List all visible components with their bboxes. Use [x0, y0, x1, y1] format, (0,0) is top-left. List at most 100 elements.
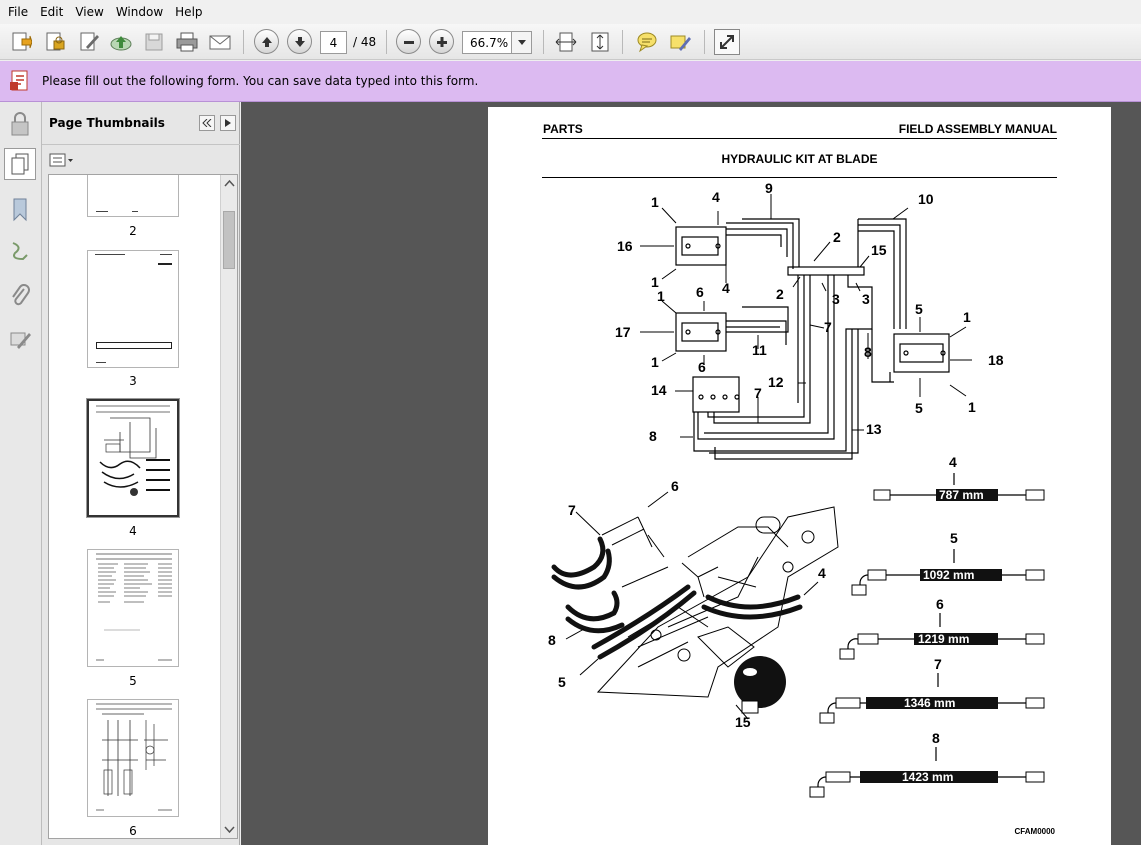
menu-view[interactable]: View [69, 0, 109, 24]
email-icon[interactable] [207, 29, 233, 55]
callout-16: 16 [617, 238, 633, 254]
callout-1f: 1 [968, 399, 976, 415]
thumbnail-label-4: 4 [129, 524, 137, 538]
hose-callout-7: 7 [934, 656, 942, 672]
callout-6: 6 [696, 284, 704, 300]
highlight-icon[interactable] [667, 29, 693, 55]
callout-13: 13 [866, 421, 882, 437]
toolbar: 4 / 48 66.7% [0, 24, 1141, 60]
callout-1e: 1 [651, 354, 659, 370]
callout-3b: 3 [862, 291, 870, 307]
plus-icon [436, 36, 447, 47]
hose-callout-6: 6 [936, 596, 944, 612]
sign-icon[interactable] [76, 29, 102, 55]
prev-page-button[interactable] [254, 29, 279, 54]
form-message: Please fill out the following form. You … [42, 74, 479, 88]
pictorial-callout-6: 6 [671, 478, 679, 494]
menu-window[interactable]: Window [110, 0, 169, 24]
upload-icon[interactable] [108, 29, 134, 55]
hose-length-1346: 1346 mm [904, 696, 955, 710]
zoom-dropdown[interactable] [511, 31, 532, 54]
pictorial-callout-5: 5 [558, 674, 566, 690]
double-chevron-left-icon [202, 119, 212, 127]
hose-callout-8: 8 [932, 730, 940, 746]
callout-5b: 5 [915, 400, 923, 416]
callout-4: 4 [712, 189, 720, 205]
figure-code: CFAM0000 [1014, 827, 1055, 836]
navigation-rail [0, 102, 42, 845]
menu-edit[interactable]: Edit [34, 0, 69, 24]
callout-1d: 1 [963, 309, 971, 325]
menu-file[interactable]: File [2, 0, 34, 24]
menu-bar: File Edit View Window Help [0, 0, 1141, 24]
thumbnail-page-6[interactable] [87, 699, 179, 817]
fit-width-icon[interactable] [553, 29, 579, 55]
thumbnail-options-button[interactable] [49, 151, 75, 169]
arrow-up-icon [261, 36, 272, 47]
save-icon[interactable] [141, 29, 167, 55]
zoom-input[interactable]: 66.7% [462, 31, 512, 54]
callout-8b: 8 [649, 428, 657, 444]
print-icon[interactable] [174, 29, 200, 55]
scroll-thumb[interactable] [223, 211, 235, 269]
hydraulic-schematic: 1 4 9 10 16 2 15 1 4 2 3 3 1 6 5 1 17 7 … [548, 180, 1045, 798]
page-thumbnails-panel: Page Thumbnails 2 3 4 5 6 [42, 102, 240, 845]
callout-12: 12 [768, 374, 784, 390]
callout-1c: 1 [657, 288, 665, 304]
thumbnail-label-2: 2 [129, 224, 137, 238]
scroll-up-icon[interactable] [222, 177, 237, 191]
attachments-icon[interactable] [5, 280, 35, 312]
callout-6b: 6 [698, 359, 706, 375]
minus-icon [403, 40, 414, 44]
callout-2: 2 [833, 229, 841, 245]
pdf-page: PARTS FIELD ASSEMBLY MANUAL HYDRAULIC KI… [488, 107, 1111, 845]
zoom-in-button[interactable] [429, 29, 454, 54]
triangle-right-icon [225, 119, 231, 127]
thumbnail-scrollbar[interactable] [220, 175, 237, 838]
bookmarks-icon[interactable] [5, 194, 35, 226]
options-icon [49, 153, 73, 167]
callout-8: 8 [864, 344, 872, 360]
thumbnail-label-3: 3 [129, 374, 137, 388]
menu-help[interactable]: Help [169, 0, 208, 24]
chevron-down-icon [517, 40, 526, 45]
secure-icon[interactable] [42, 29, 68, 55]
lock-icon[interactable] [5, 108, 35, 140]
hose-length-1423: 1423 mm [902, 770, 953, 784]
thumbnail-page-5[interactable] [87, 549, 179, 667]
thumbnail-label-5: 5 [129, 674, 137, 688]
signatures-icon[interactable] [5, 236, 35, 268]
thumbnail-page-3[interactable] [87, 250, 179, 368]
comments-pen-icon[interactable] [5, 324, 35, 356]
callout-7: 7 [824, 319, 832, 335]
callout-5: 5 [915, 301, 923, 317]
comment-icon[interactable] [634, 29, 660, 55]
thumbnail-page-4[interactable] [87, 399, 179, 517]
arrow-down-icon [294, 36, 305, 47]
page-number-input[interactable]: 4 [320, 31, 347, 54]
page-total: / 48 [353, 35, 377, 49]
callout-17: 17 [615, 324, 631, 340]
document-viewport[interactable]: PARTS FIELD ASSEMBLY MANUAL HYDRAULIC KI… [241, 102, 1141, 845]
expand-icon[interactable] [714, 29, 740, 55]
create-pdf-icon[interactable] [8, 29, 34, 55]
pictorial-callout-7: 7 [568, 502, 576, 518]
panel-title: Page Thumbnails [49, 116, 165, 130]
hose-callout-5: 5 [950, 530, 958, 546]
panel-menu-button[interactable] [220, 115, 236, 131]
callout-14: 14 [651, 382, 667, 398]
thumbnail-list[interactable]: 2 3 4 5 6 [48, 174, 238, 839]
callout-1: 1 [651, 194, 659, 210]
callout-11: 11 [752, 342, 767, 358]
callout-7b: 7 [754, 385, 762, 401]
callout-15: 15 [871, 242, 887, 258]
collapse-panel-button[interactable] [199, 115, 215, 131]
next-page-button[interactable] [287, 29, 312, 54]
thumbnail-page-2[interactable] [87, 175, 179, 217]
callout-10: 10 [918, 191, 934, 207]
zoom-out-button[interactable] [396, 29, 421, 54]
form-icon [9, 69, 31, 93]
page-thumbnails-icon[interactable] [4, 148, 36, 180]
fit-page-icon[interactable] [587, 29, 613, 55]
scroll-down-icon[interactable] [222, 822, 237, 836]
